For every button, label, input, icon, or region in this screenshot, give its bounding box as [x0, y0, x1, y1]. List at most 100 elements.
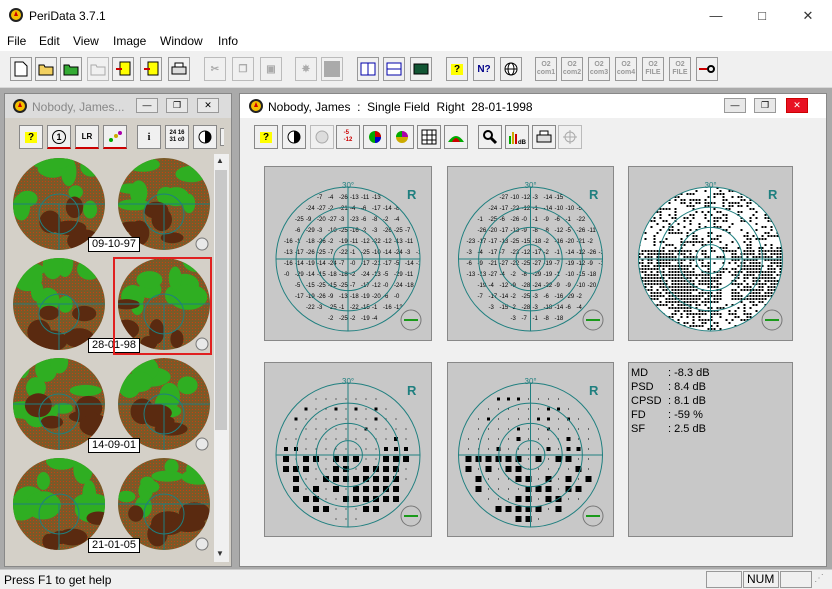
open-folder-icon[interactable]	[35, 57, 57, 81]
right-minimize-button[interactable]: —	[724, 98, 746, 113]
crosshair-icon[interactable]	[558, 125, 582, 149]
menu-view[interactable]: View	[73, 34, 99, 48]
right-help-icon[interactable]: ?	[254, 125, 278, 149]
stat-md-value: : -8.3 dB	[668, 367, 710, 379]
svg-text:-2: -2	[588, 239, 594, 245]
left-scrollbar[interactable]: ▲ ▼	[214, 154, 229, 562]
menu-edit[interactable]: Edit	[39, 34, 60, 48]
svg-text:-21: -21	[489, 261, 498, 267]
svg-text:-17: -17	[372, 206, 381, 212]
svg-text:-23: -23	[467, 239, 476, 245]
print-icon[interactable]	[168, 57, 190, 81]
com4-button[interactable]: O2 com4	[615, 57, 637, 81]
copy-icon[interactable]: ❐	[232, 57, 254, 81]
open-disabled-icon[interactable]	[87, 57, 109, 81]
svg-text:-3: -3	[317, 305, 323, 311]
values-view-icon[interactable]: -5 -12	[336, 125, 360, 149]
right-window-icon	[248, 98, 264, 114]
monitor-icon[interactable]	[410, 57, 432, 81]
paste-icon[interactable]: ▣	[260, 57, 282, 81]
left-single-icon[interactable]: 1	[47, 125, 71, 149]
svg-text:-12: -12	[372, 283, 381, 289]
db-chart-icon[interactable]: dB	[505, 125, 529, 149]
svg-text:-25: -25	[522, 261, 531, 267]
gray-square-icon[interactable]	[321, 57, 343, 81]
svg-text:-21: -21	[577, 239, 586, 245]
tile-vertical-icon[interactable]	[357, 57, 379, 81]
globe-icon[interactable]	[500, 57, 522, 81]
left-scrollbar-thumb[interactable]	[215, 170, 227, 430]
stat-cpsd-label: CPSD	[631, 395, 662, 407]
svg-text:-14: -14	[306, 272, 315, 278]
svg-text:-26: -26	[577, 228, 586, 234]
svg-text:-27: -27	[500, 195, 509, 201]
right-restore-button[interactable]: ❐	[754, 98, 776, 113]
left-info-icon[interactable]: i	[137, 125, 161, 149]
svg-text:-6: -6	[361, 217, 367, 223]
left-restore-button[interactable]: ❐	[166, 98, 188, 113]
bug-icon[interactable]: ✵	[295, 57, 317, 81]
menu-image[interactable]: Image	[113, 34, 146, 48]
selected-thumbnail-highlight[interactable]	[113, 257, 212, 355]
svg-text:-9: -9	[588, 261, 594, 267]
svg-text:-6: -6	[566, 305, 572, 311]
left-greyscale-icon[interactable]	[193, 125, 217, 149]
svg-text:-17: -17	[489, 239, 498, 245]
context-help-icon[interactable]: N?	[473, 57, 495, 81]
magnifier-icon[interactable]	[478, 125, 502, 149]
left-close-button[interactable]: ✕	[197, 98, 219, 113]
exit-key-icon[interactable]	[696, 57, 718, 81]
left-window-title: Nobody, James...	[32, 100, 125, 114]
minimize-button[interactable]: —	[693, 0, 739, 31]
svg-text:-4: -4	[489, 283, 495, 289]
svg-text:-24: -24	[489, 206, 498, 212]
field-thumbnail[interactable]	[9, 350, 110, 450]
grid-icon[interactable]	[417, 125, 441, 149]
field-thumbnail[interactable]	[118, 357, 210, 451]
menu-window[interactable]: Window	[160, 34, 203, 48]
date-label: 21-01-05	[88, 538, 141, 553]
dotted-view-icon[interactable]	[310, 125, 334, 149]
right-print-icon[interactable]	[532, 125, 556, 149]
file-button[interactable]: O2 FILE	[642, 57, 664, 81]
com1-button[interactable]: O2 com1	[535, 57, 557, 81]
svg-text:-22: -22	[577, 217, 586, 223]
svg-text:-11: -11	[405, 239, 414, 245]
right-close-button[interactable]: ✕	[786, 98, 808, 113]
export-icon[interactable]	[140, 57, 162, 81]
svg-text:-26: -26	[339, 195, 348, 201]
com3-button[interactable]: O2 com3	[588, 57, 610, 81]
import-icon[interactable]	[112, 57, 134, 81]
status-pane-empty	[780, 571, 812, 588]
greyscale-view-icon[interactable]	[282, 125, 306, 149]
com2-button[interactable]: O2 com2	[561, 57, 583, 81]
left-numeric-icon[interactable]: 24 16 31 c0	[165, 125, 189, 149]
open-green-folder-icon[interactable]	[60, 57, 82, 81]
svg-text:-13: -13	[350, 195, 359, 201]
field-thumbnail[interactable]	[12, 248, 115, 351]
resize-grip[interactable]: ⋰	[814, 573, 830, 587]
hill-of-vision-icon[interactable]	[444, 125, 468, 149]
left-lr-icon[interactable]: LR	[75, 125, 99, 149]
left-help-icon[interactable]: ?	[19, 125, 43, 149]
svg-text:-13: -13	[284, 250, 293, 256]
new-file-icon[interactable]	[10, 57, 32, 81]
svg-text:-14: -14	[500, 294, 509, 300]
svg-text:-24: -24	[394, 250, 403, 256]
cut-icon[interactable]: ✂	[204, 57, 226, 81]
menu-info[interactable]: Info	[218, 34, 238, 48]
close-button[interactable]: ✕	[785, 0, 831, 31]
color-prob-icon[interactable]	[390, 125, 414, 149]
menu-file[interactable]: File	[7, 34, 26, 48]
left-chart-icon[interactable]	[103, 125, 127, 149]
color-scale-icon[interactable]	[363, 125, 387, 149]
eye-label: R	[589, 383, 599, 398]
left-minimize-button[interactable]: —	[136, 98, 158, 113]
field-thumbnail[interactable]	[117, 458, 214, 551]
svg-text:-10: -10	[577, 283, 586, 289]
maximize-button[interactable]: □	[739, 0, 785, 31]
help-icon[interactable]: ?	[446, 57, 468, 81]
file2-button[interactable]: O2 FILE	[669, 57, 691, 81]
tile-horizontal-icon[interactable]	[383, 57, 405, 81]
svg-text:-18: -18	[555, 316, 564, 322]
